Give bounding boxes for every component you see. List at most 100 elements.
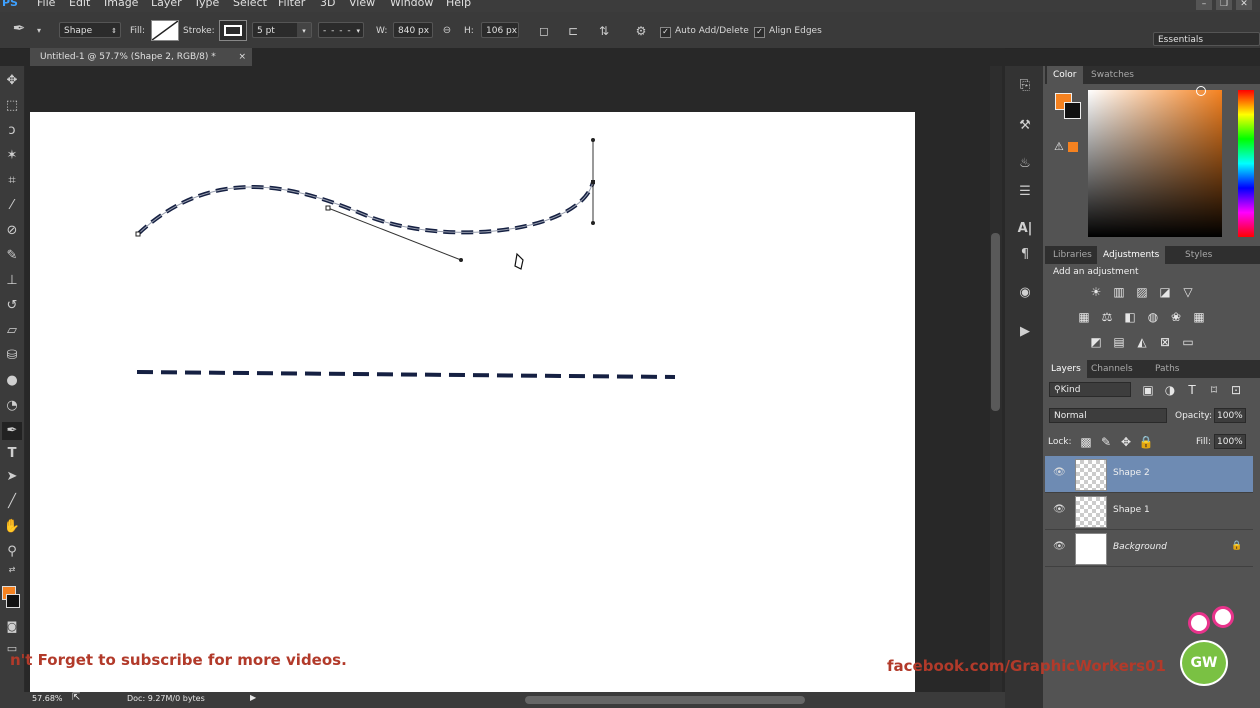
marquee-tool-icon[interactable]: ⬚ <box>2 97 22 115</box>
hue-saturation-icon[interactable]: ▦ <box>1076 310 1092 324</box>
workspace-select[interactable]: Essentials <box>1153 32 1260 46</box>
brush-settings-icon[interactable]: ☰ <box>1013 182 1037 202</box>
gear-icon[interactable]: ⚙ <box>634 25 648 37</box>
horizontal-scrollbar-thumb[interactable] <box>525 696 805 704</box>
menu-3d[interactable]: 3D <box>320 0 335 9</box>
paint-bucket-tool-icon[interactable]: ⛁ <box>2 347 22 365</box>
paragraph-panel-icon[interactable]: ¶ <box>1013 245 1037 265</box>
exposure-icon[interactable]: ◪ <box>1157 285 1173 299</box>
blur-tool-icon[interactable]: ● <box>2 372 22 390</box>
color-picker-field[interactable] <box>1088 90 1222 237</box>
document-canvas[interactable] <box>30 112 915 702</box>
menu-image[interactable]: Image <box>104 0 138 9</box>
layer-row-shape-1[interactable]: 👁 Shape 1 <box>1045 493 1253 530</box>
actions-play-icon[interactable]: ▶ <box>1013 322 1037 342</box>
zoom-readout[interactable]: 57.68% <box>32 694 63 703</box>
hand-tool-icon[interactable]: ✋ <box>2 518 22 536</box>
auto-add-delete-checkbox[interactable]: ✓ <box>660 27 671 38</box>
black-white-icon[interactable]: ◧ <box>1122 310 1138 324</box>
photo-filter-icon[interactable]: ◍ <box>1145 310 1161 324</box>
eraser-tool-icon[interactable]: ▱ <box>2 322 22 340</box>
layer-filter-select[interactable]: ⚲Kind <box>1049 382 1131 397</box>
channel-mixer-icon[interactable]: ❀ <box>1168 310 1184 324</box>
tab-channels[interactable]: Channels <box>1085 360 1139 378</box>
filter-pixel-icon[interactable]: ▣ <box>1140 383 1156 397</box>
tab-layers[interactable]: Layers <box>1045 360 1087 378</box>
lock-transparent-icon[interactable]: ▩ <box>1078 435 1094 449</box>
filter-shape-icon[interactable]: ⌑ <box>1206 383 1222 397</box>
brush-presets-icon[interactable]: ♨ <box>1013 154 1037 174</box>
menu-filter[interactable]: Filter <box>278 0 305 9</box>
layer-name[interactable]: Background <box>1113 542 1167 552</box>
color-background-swatch[interactable] <box>1064 102 1081 119</box>
selective-color-icon[interactable]: ⊠ <box>1157 335 1173 349</box>
tab-swatches[interactable]: Swatches <box>1085 66 1140 84</box>
zoom-tool-icon[interactable]: ⚲ <box>2 543 22 561</box>
stroke-type-select[interactable]: - - - - ▾ <box>318 22 364 38</box>
stroke-width-input[interactable]: 5 pt ▾ <box>252 22 312 38</box>
fill-swatch[interactable] <box>151 20 179 41</box>
close-tab-icon[interactable]: × <box>238 48 246 66</box>
filter-type-icon[interactable]: T <box>1184 383 1200 397</box>
levels-icon[interactable]: ▥ <box>1111 285 1127 299</box>
color-balance-icon[interactable]: ⚖ <box>1099 310 1115 324</box>
link-icon[interactable]: ⊖ <box>440 25 454 37</box>
eyedropper-tool-icon[interactable]: ⁄ <box>2 197 22 215</box>
move-tool-icon[interactable]: ✥ <box>2 72 22 90</box>
background-color-swatch[interactable] <box>6 594 20 608</box>
eye-icon[interactable]: 👁 <box>1053 504 1066 515</box>
tab-adjustments[interactable]: Adjustments <box>1097 246 1166 264</box>
filter-adjustment-icon[interactable]: ◑ <box>1162 383 1178 397</box>
tab-styles[interactable]: Styles <box>1179 246 1218 264</box>
pen-tool-icon[interactable]: ✒ <box>2 422 22 440</box>
color-lookup-icon[interactable]: ▦ <box>1191 310 1207 324</box>
gradient-map-icon[interactable]: ▭ <box>1180 335 1196 349</box>
threshold-icon[interactable]: ◭ <box>1134 335 1150 349</box>
invert-icon[interactable]: ◩ <box>1088 335 1104 349</box>
history-panel-icon[interactable]: ⎘ <box>1013 76 1037 96</box>
tool-mode-select[interactable]: Shape ⇕ <box>59 22 121 38</box>
width-input[interactable]: 840 px <box>393 22 433 38</box>
opacity-input[interactable]: 100% <box>1214 408 1246 423</box>
character-panel-icon[interactable]: A| <box>1013 219 1037 239</box>
filter-smart-object-icon[interactable]: ⊡ <box>1228 383 1244 397</box>
clone-stamp-tool-icon[interactable]: ⊥ <box>2 272 22 290</box>
fill-input[interactable]: 100% <box>1214 434 1246 449</box>
document-tab[interactable]: Untitled-1 @ 57.7% (Shape 2, RGB/8) * × <box>30 48 252 66</box>
eye-icon[interactable]: 👁 <box>1053 467 1066 478</box>
vertical-scrollbar-thumb[interactable] <box>991 233 1000 411</box>
menu-edit[interactable]: Edit <box>69 0 90 9</box>
brush-tool-icon[interactable]: ✎ <box>2 247 22 265</box>
pen-tool-preset-icon[interactable]: ✒ <box>12 21 26 36</box>
crop-tool-icon[interactable]: ⌗ <box>2 172 22 190</box>
layer-row-background[interactable]: 👁 Background 🔒 <box>1045 530 1253 567</box>
history-brush-tool-icon[interactable]: ↺ <box>2 297 22 315</box>
swap-colors-icon[interactable]: ⇄ <box>2 561 22 579</box>
layer-row-shape-2[interactable]: 👁 Shape 2 <box>1045 456 1253 493</box>
stroke-swatch[interactable] <box>219 20 247 41</box>
lock-pixels-icon[interactable]: ✎ <box>1098 435 1114 449</box>
hue-slider[interactable] <box>1238 90 1254 237</box>
color-picker-cursor[interactable] <box>1196 86 1206 96</box>
path-operations-icon[interactable]: ◻ <box>537 25 551 37</box>
layer-name[interactable]: Shape 1 <box>1113 505 1150 515</box>
align-edges-checkbox[interactable]: ✓ <box>754 27 765 38</box>
path-selection-tool-icon[interactable]: ➤ <box>2 468 22 486</box>
vibrance-icon[interactable]: ▽ <box>1180 285 1196 299</box>
menu-help[interactable]: Help <box>446 0 471 9</box>
lock-all-icon[interactable]: 🔒 <box>1138 435 1154 449</box>
tab-color[interactable]: Color <box>1047 66 1083 84</box>
path-arrangement-icon[interactable]: ⇅ <box>597 25 611 37</box>
line-tool-icon[interactable]: ╱ <box>2 493 22 511</box>
menu-type[interactable]: Type <box>194 0 219 9</box>
close-window-button[interactable]: ✕ <box>1236 0 1252 10</box>
gamut-color-swatch[interactable] <box>1068 142 1078 152</box>
menu-view[interactable]: View <box>349 0 375 9</box>
blend-mode-select[interactable]: Normal <box>1049 408 1167 423</box>
tab-libraries[interactable]: Libraries <box>1047 246 1098 264</box>
brightness-contrast-icon[interactable]: ☀ <box>1088 285 1104 299</box>
height-input[interactable]: 106 px <box>481 22 519 38</box>
type-tool-icon[interactable]: T <box>2 445 22 463</box>
posterize-icon[interactable]: ▤ <box>1111 335 1127 349</box>
export-icon[interactable]: ⇱ <box>72 692 80 703</box>
